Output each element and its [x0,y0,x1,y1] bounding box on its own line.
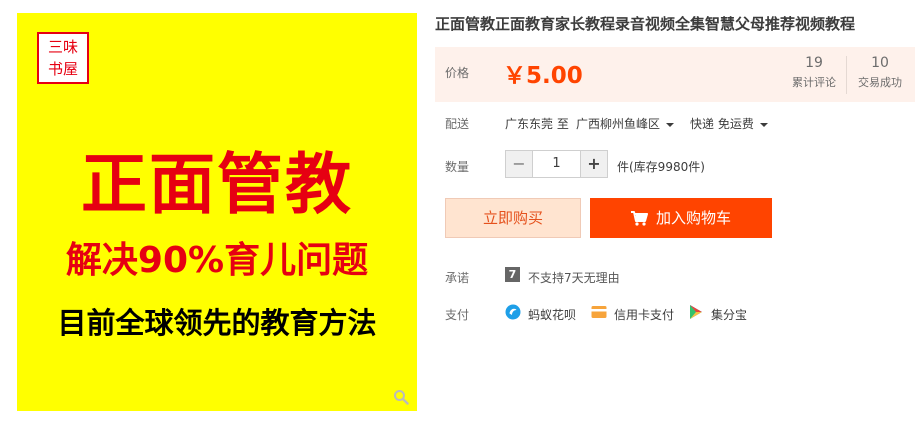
stock-info: 件(库存9980件) [617,160,705,174]
shopping-cart-icon [630,211,648,226]
image-headline: 正面管教 [81,146,353,223]
payment-label: 支付 [445,308,470,322]
price-panel: 价格 ￥5.00 19 累计评论 10 交易成功 [435,47,915,102]
delivery-destination: 广西柳州鱼峰区 [576,117,661,131]
seal-line-2: 书屋 [47,60,78,78]
quantity-decrease-button[interactable]: − [506,151,533,177]
shipping-method: 快递 免运费 [690,117,754,131]
jifenbao-icon [690,305,702,319]
quantity-input[interactable]: 1 [533,151,580,177]
stat-divider [846,56,847,94]
product-main-image[interactable]: 三味 书屋 正面管教 解决90%育儿问题 目前全球领先的教育方法 [17,13,417,411]
delivery-destination-select[interactable]: 广西柳州鱼峰区 [576,115,675,132]
quantity-label: 数量 [445,160,470,174]
trades-stat: 10 交易成功 [851,55,909,90]
no-7day-return-icon: 7 [505,267,520,282]
chevron-down-icon [759,122,768,127]
delivery-label: 配送 [445,117,470,131]
reviews-count: 19 [805,55,823,71]
promise-text: 不支持7天无理由 [528,271,620,285]
credit-card-icon [591,306,607,318]
add-to-cart-button[interactable]: 加入购物车 [590,198,772,238]
seal-line-1: 三味 [47,38,78,56]
price-label: 价格 [445,66,470,80]
shop-seal-logo: 三味 书屋 [37,32,89,84]
promise-label: 承诺 [445,271,470,285]
payment-method-huabei: 蚂蚁花呗 [528,308,577,322]
chevron-down-icon [666,122,675,127]
reviews-label: 累计评论 [792,76,836,89]
product-title: 正面管教正面教育家长教程录音视频全集智慧父母推荐视频教程 [435,15,856,33]
image-subline-1: 解决90%育儿问题 [65,240,369,281]
zoom-icon[interactable] [393,389,409,405]
buy-now-button[interactable]: 立即购买 [445,198,581,238]
quantity-increase-button[interactable]: + [580,151,607,177]
payment-method-jifenbao: 集分宝 [711,308,748,322]
price-value: ￥5.00 [503,63,583,89]
add-to-cart-label: 加入购物车 [655,209,731,227]
payment-method-credit-card: 信用卡支付 [614,308,675,322]
image-subline-2: 目前全球领先的教育方法 [57,306,377,340]
delivery-from: 广东东莞 至 [505,117,569,131]
trades-label: 交易成功 [858,76,902,89]
trades-count: 10 [871,55,889,71]
shipping-method-select[interactable]: 快递 免运费 [690,115,768,132]
quantity-stepper: − 1 + [505,150,608,178]
huabei-icon [505,304,521,320]
reviews-stat[interactable]: 19 累计评论 [787,55,841,90]
